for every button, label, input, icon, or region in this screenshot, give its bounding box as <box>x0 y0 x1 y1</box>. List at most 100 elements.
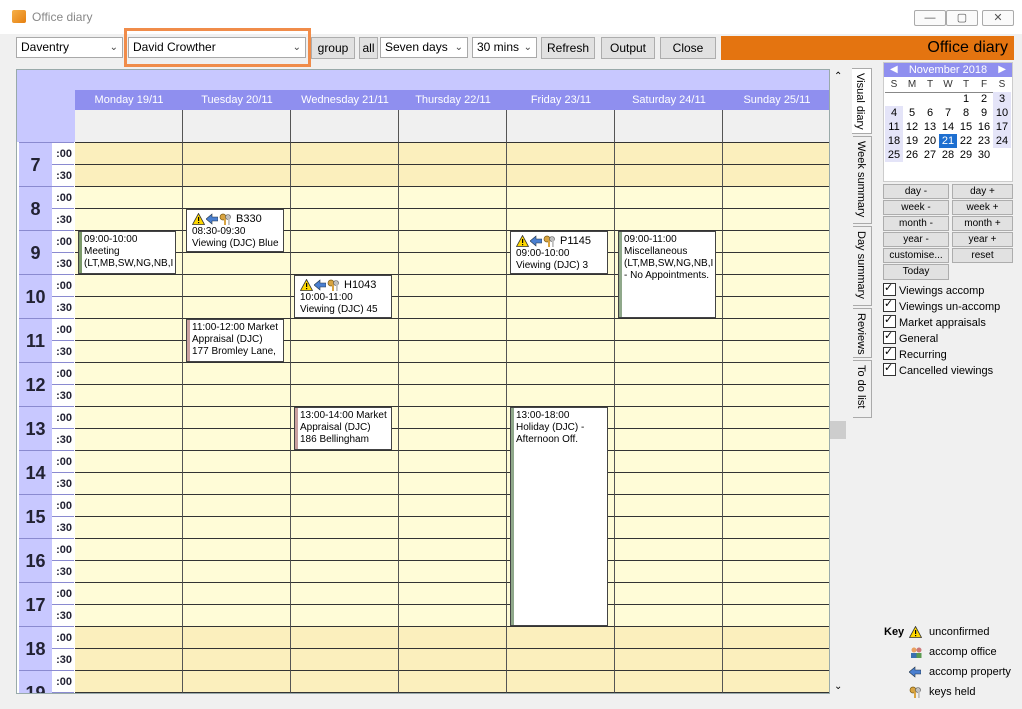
time-slot[interactable] <box>75 428 183 450</box>
all-day-cell[interactable] <box>507 110 615 142</box>
time-slot[interactable] <box>183 582 291 604</box>
calendar-day[interactable]: 7 <box>939 106 957 120</box>
tab-to-do-list[interactable]: To do list <box>853 360 872 418</box>
calendar-day[interactable]: 8 <box>957 106 975 120</box>
time-slot[interactable] <box>183 164 291 186</box>
checkbox-checked[interactable] <box>883 281 896 296</box>
time-slot[interactable] <box>723 516 829 538</box>
time-slot[interactable] <box>507 164 615 186</box>
tab-reviews[interactable]: Reviews <box>853 308 872 358</box>
time-slot[interactable] <box>183 538 291 560</box>
calendar-day[interactable]: 5 <box>903 106 921 120</box>
calendar-day[interactable]: 29 <box>957 148 975 162</box>
time-slot[interactable] <box>615 164 723 186</box>
calendar-day[interactable]: 20 <box>921 134 939 148</box>
time-slot[interactable] <box>75 582 183 604</box>
time-slot[interactable] <box>723 142 829 164</box>
nav-day-button[interactable]: day - <box>883 184 949 199</box>
time-slot[interactable] <box>507 692 615 693</box>
time-slot[interactable] <box>723 318 829 340</box>
tab-week-summary[interactable]: Week summary <box>853 136 872 224</box>
all-day-cell[interactable] <box>615 110 723 142</box>
time-slot[interactable] <box>399 428 507 450</box>
appointment[interactable]: H1043 10:00-11:00 Viewing (DJC) 45 <box>294 275 392 318</box>
time-slot[interactable] <box>399 142 507 164</box>
calendar-day[interactable]: 19 <box>903 134 921 148</box>
time-slot[interactable] <box>399 472 507 494</box>
calendar-day[interactable]: 10 <box>993 106 1011 120</box>
time-slot[interactable] <box>399 296 507 318</box>
time-slot[interactable] <box>615 472 723 494</box>
time-slot[interactable] <box>75 274 183 296</box>
nav-month-button[interactable]: month + <box>952 216 1013 231</box>
time-slot[interactable] <box>615 208 723 230</box>
time-slot[interactable] <box>291 164 399 186</box>
filter-general[interactable]: General <box>883 329 938 346</box>
time-slot[interactable] <box>399 208 507 230</box>
calendar-day[interactable]: 25 <box>885 148 903 162</box>
time-slot[interactable] <box>615 670 723 692</box>
time-slot[interactable] <box>399 692 507 693</box>
checkbox-checked[interactable] <box>883 313 896 328</box>
time-slot[interactable] <box>615 516 723 538</box>
time-slot[interactable] <box>291 384 399 406</box>
time-slot[interactable] <box>183 142 291 164</box>
time-slot[interactable] <box>291 252 399 274</box>
filter-cancelled-viewings[interactable]: Cancelled viewings <box>883 361 993 378</box>
time-slot[interactable] <box>723 362 829 384</box>
time-slot[interactable] <box>615 626 723 648</box>
time-slot[interactable] <box>723 252 829 274</box>
interval-select[interactable]: 30 mins ⌄ <box>472 37 537 58</box>
time-slot[interactable] <box>75 186 183 208</box>
time-slot[interactable] <box>291 142 399 164</box>
all-day-cell[interactable] <box>75 110 183 142</box>
calendar-day[interactable]: 9 <box>975 106 993 120</box>
tab-visual-diary[interactable]: Visual diary <box>852 68 872 134</box>
time-slot[interactable] <box>507 626 615 648</box>
time-slot[interactable] <box>507 362 615 384</box>
time-slot[interactable] <box>183 450 291 472</box>
day-header[interactable]: Tuesday 20/11 <box>183 90 291 110</box>
time-slot[interactable] <box>723 384 829 406</box>
time-slot[interactable] <box>75 208 183 230</box>
time-slot[interactable] <box>615 318 723 340</box>
calendar-day[interactable]: 24 <box>993 134 1011 148</box>
time-slot[interactable] <box>615 582 723 604</box>
time-slot[interactable] <box>399 164 507 186</box>
all-day-cell[interactable] <box>183 110 291 142</box>
time-slot[interactable] <box>291 186 399 208</box>
time-slot[interactable] <box>291 362 399 384</box>
time-slot[interactable] <box>723 450 829 472</box>
time-slot[interactable] <box>75 362 183 384</box>
time-slot[interactable] <box>75 296 183 318</box>
time-slot[interactable] <box>399 362 507 384</box>
time-slot[interactable] <box>183 252 291 274</box>
refresh-button[interactable]: Refresh <box>541 37 595 59</box>
time-slot[interactable] <box>291 494 399 516</box>
time-slot[interactable] <box>615 340 723 362</box>
time-slot[interactable] <box>291 318 399 340</box>
time-slot[interactable] <box>723 648 829 670</box>
time-slot[interactable] <box>183 516 291 538</box>
time-slot[interactable] <box>615 494 723 516</box>
time-slot[interactable] <box>723 164 829 186</box>
time-slot[interactable] <box>723 472 829 494</box>
scroll-down-icon[interactable]: ⌄ <box>834 681 842 692</box>
time-slot[interactable] <box>723 604 829 626</box>
time-slot[interactable] <box>183 670 291 692</box>
time-slot[interactable] <box>75 516 183 538</box>
time-slot[interactable] <box>291 692 399 693</box>
time-slot[interactable] <box>183 406 291 428</box>
day-header[interactable]: Sunday 25/11 <box>723 90 829 110</box>
time-slot[interactable] <box>723 692 829 693</box>
time-slot[interactable] <box>399 318 507 340</box>
time-slot[interactable] <box>723 186 829 208</box>
time-slot[interactable] <box>723 582 829 604</box>
time-slot[interactable] <box>75 670 183 692</box>
time-slot[interactable] <box>399 560 507 582</box>
time-slot[interactable] <box>723 406 829 428</box>
time-slot[interactable] <box>615 450 723 472</box>
time-slot[interactable] <box>75 142 183 164</box>
today-button[interactable]: Today <box>883 264 949 280</box>
time-slot[interactable] <box>723 340 829 362</box>
